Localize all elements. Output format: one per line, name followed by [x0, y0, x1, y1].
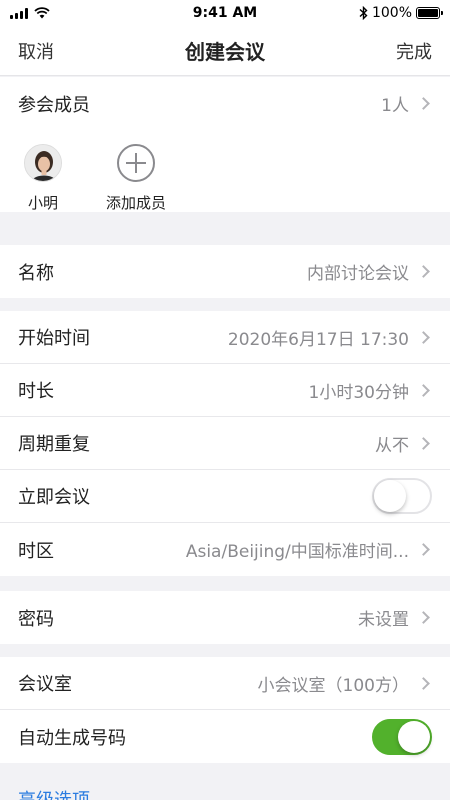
status-right: 100%	[320, 5, 443, 21]
status-bar: 9:41 AM 100%	[0, 0, 450, 26]
schedule-section: 开始时间 2020年6月17日 17:30 时长 1小时30分钟 周期重复 从不…	[0, 311, 450, 576]
person-avatar-icon	[25, 145, 61, 181]
member-item[interactable]: 小明	[24, 144, 62, 213]
timezone-label: 时区	[18, 540, 54, 562]
participants-count: 1人	[381, 96, 409, 116]
name-row[interactable]: 名称 内部讨论会议	[0, 245, 450, 298]
chevron-right-icon	[417, 383, 430, 397]
room-section: 会议室 小会议室（100方） 自动生成号码	[0, 657, 450, 763]
wifi-icon	[34, 7, 50, 19]
add-member-label: 添加成员	[106, 194, 167, 212]
start-time-label: 开始时间	[18, 328, 90, 349]
chevron-right-icon	[417, 676, 430, 690]
avatar	[24, 144, 62, 182]
auto-number-label: 自动生成号码	[18, 727, 126, 749]
signal-icon	[10, 7, 28, 19]
duration-row[interactable]: 时长 1小时30分钟	[0, 364, 450, 417]
instant-meeting-row: 立即会议	[0, 470, 450, 523]
timezone-row[interactable]: 时区 Asia/Beijing/中国标准时间...	[0, 523, 450, 576]
meeting-room-row[interactable]: 会议室 小会议室（100方）	[0, 657, 450, 710]
status-time: 9:41 AM	[192, 5, 258, 21]
duration-value: 1小时30分钟	[308, 382, 409, 403]
cancel-button[interactable]: 取消	[18, 38, 54, 64]
password-row[interactable]: 密码 未设置	[0, 591, 450, 644]
start-time-row[interactable]: 开始时间 2020年6月17日 17:30	[0, 311, 450, 364]
auto-number-row: 自动生成号码	[0, 710, 450, 763]
add-member-button[interactable]: 添加成员	[106, 144, 166, 213]
member-list: 小明 添加成员	[0, 130, 450, 212]
meeting-room-value: 小会议室（100方）	[257, 675, 409, 696]
instant-meeting-label: 立即会议	[18, 487, 90, 508]
nav-bar: 取消 创建会议 完成	[0, 26, 450, 76]
password-section: 密码 未设置	[0, 591, 450, 644]
name-value: 内部讨论会议	[307, 264, 409, 284]
repeat-row[interactable]: 周期重复 从不	[0, 417, 450, 470]
done-button[interactable]: 完成	[396, 38, 432, 64]
participants-label: 参会成员	[18, 94, 90, 116]
chevron-right-icon	[417, 330, 430, 344]
participants-row[interactable]: 参会成员 1人	[0, 77, 450, 130]
add-circle-icon	[117, 144, 155, 182]
timezone-value: Asia/Beijing/中国标准时间...	[185, 542, 409, 562]
bluetooth-icon	[359, 6, 368, 20]
meeting-room-label: 会议室	[18, 674, 72, 695]
chevron-right-icon	[417, 97, 430, 110]
name-label: 名称	[18, 262, 54, 284]
name-section: 名称 内部讨论会议	[0, 245, 450, 298]
password-label: 密码	[18, 608, 54, 630]
battery-percent: 100%	[371, 5, 412, 21]
chevron-right-icon	[417, 265, 430, 278]
auto-number-toggle[interactable]	[372, 718, 432, 755]
page-title: 创建会议	[185, 40, 265, 64]
status-left	[10, 7, 130, 19]
chevron-right-icon	[417, 611, 430, 624]
password-value: 未设置	[358, 610, 409, 630]
repeat-value: 从不	[375, 435, 409, 456]
battery-icon	[416, 7, 443, 19]
instant-meeting-toggle[interactable]	[372, 478, 432, 514]
duration-label: 时长	[18, 381, 54, 402]
repeat-label: 周期重复	[18, 434, 90, 455]
participants-section: 参会成员 1人 小明 添加成员	[0, 77, 450, 212]
advanced-options-link[interactable]: 高级选项	[18, 786, 90, 800]
chevron-right-icon	[417, 436, 430, 450]
member-name: 小明	[27, 194, 58, 212]
chevron-right-icon	[417, 543, 430, 556]
start-time-value: 2020年6月17日 17:30	[227, 329, 409, 350]
